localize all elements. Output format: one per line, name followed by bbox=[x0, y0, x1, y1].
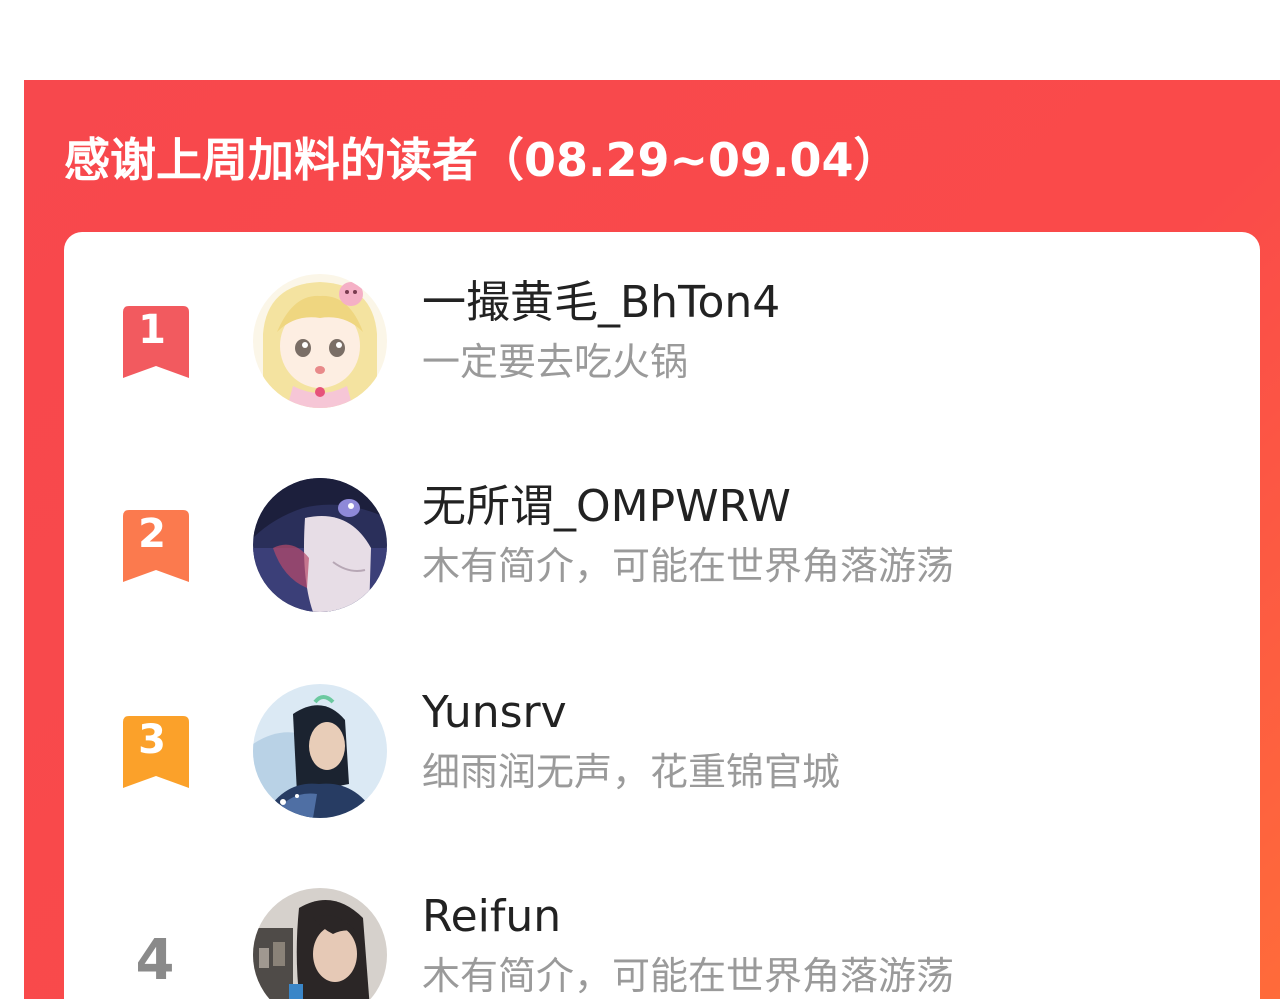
reader-name[interactable]: 一撮黄毛_BhTon4 bbox=[422, 274, 780, 332]
rank-number: 2 bbox=[138, 511, 166, 557]
rank-ribbon-badge: 1 bbox=[121, 306, 191, 378]
reader-name[interactable]: Reifun bbox=[422, 888, 561, 946]
reader-name[interactable]: 无所谓_OMPWRW bbox=[422, 478, 791, 536]
rank-ribbon-badge: 2 bbox=[121, 510, 191, 582]
reader-row-4[interactable]: 4 Reifun 木有简介，可能在世界角落游荡 bbox=[64, 888, 1260, 999]
fantasy-hero-avatar[interactable] bbox=[253, 684, 387, 818]
anime-boy-avatar[interactable] bbox=[253, 478, 387, 612]
reader-name[interactable]: Yunsrv bbox=[422, 684, 567, 742]
rank-number: 3 bbox=[138, 717, 166, 763]
rank-number: 1 bbox=[138, 307, 166, 353]
rank-number: 4 bbox=[135, 928, 175, 993]
reader-row-3[interactable]: 3 Yunsrv 细雨润无声，花重锦官城 bbox=[64, 684, 1260, 834]
reader-bio: 木有简介，可能在世界角落游荡 bbox=[422, 544, 955, 588]
reader-thanks-panel: 感谢上周加料的读者（08.29~09.04） 1 一撮黄毛_BhTon4 一定要… bbox=[24, 80, 1280, 999]
reader-row-1[interactable]: 1 一撮黄毛_BhTon4 一定要去吃火锅 bbox=[64, 274, 1260, 424]
anime-blonde-girl-avatar[interactable] bbox=[253, 274, 387, 408]
photo-woman-avatar[interactable] bbox=[253, 888, 387, 999]
panel-title: 感谢上周加料的读者（08.29~09.04） bbox=[64, 133, 900, 187]
reader-bio: 木有简介，可能在世界角落游荡 bbox=[422, 954, 955, 998]
rank-ribbon-badge: 3 bbox=[121, 716, 191, 788]
reader-bio: 细雨润无声，花重锦官城 bbox=[422, 750, 841, 794]
reader-row-2[interactable]: 2 无所谓_OMPWRW 木有简介，可能在世界角落游荡 bbox=[64, 478, 1260, 628]
reader-bio: 一定要去吃火锅 bbox=[422, 340, 689, 384]
reader-list-card: 1 一撮黄毛_BhTon4 一定要去吃火锅 2 无所谓_OMPWRW 木有简介，… bbox=[64, 232, 1260, 999]
